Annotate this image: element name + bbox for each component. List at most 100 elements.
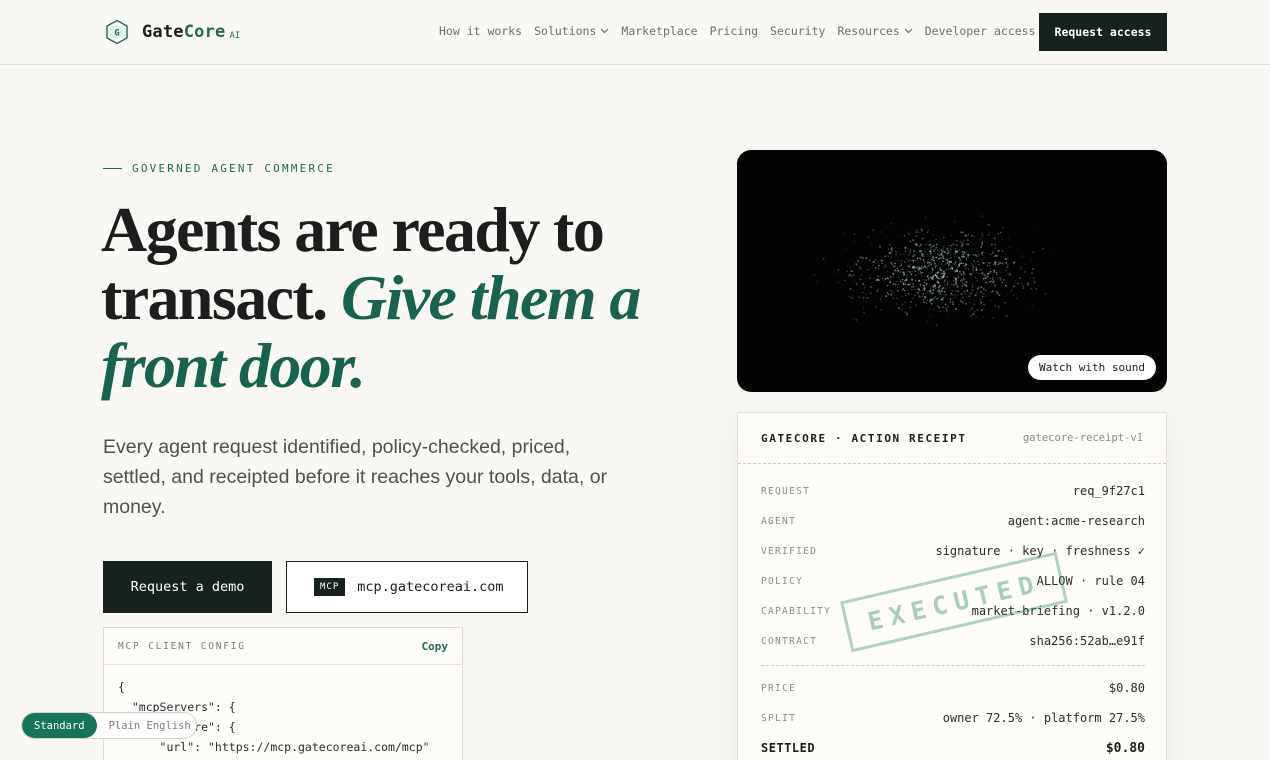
particle-dot	[908, 265, 911, 268]
particle-dot	[909, 251, 911, 253]
particle-dot	[1005, 315, 1008, 318]
particle-dot	[990, 253, 992, 255]
particle-dot	[1007, 264, 1009, 266]
request-demo-button[interactable]: Request a demo	[103, 561, 272, 613]
request-access-button[interactable]: Request access	[1039, 13, 1167, 51]
nav-item-marketplace[interactable]: Marketplace	[621, 24, 697, 38]
particle-dot	[971, 272, 973, 275]
particle-dot	[950, 247, 951, 249]
brand-logo[interactable]: G GateCore AI	[104, 19, 240, 45]
particle-dot	[990, 280, 993, 282]
particle-dot	[1031, 305, 1034, 308]
particle-dot	[927, 264, 930, 267]
particle-dot	[899, 262, 901, 264]
particle-dot	[895, 250, 897, 253]
particle-dot	[933, 298, 936, 300]
particle-dot	[1051, 251, 1053, 253]
particle-dot	[954, 256, 956, 258]
watch-with-sound-button[interactable]: Watch with sound	[1028, 355, 1156, 380]
particle-dot	[998, 261, 1002, 264]
mode-standard-option[interactable]: Standard	[22, 713, 97, 738]
particle-dot	[919, 283, 922, 286]
receipt-label: AGENT	[761, 515, 797, 527]
particle-dot	[951, 300, 954, 303]
particle-dot	[876, 278, 879, 281]
particle-dot	[897, 283, 900, 286]
hero-headline: Agents are ready to transact. Give them …	[101, 196, 661, 400]
particle-dot	[995, 273, 997, 275]
particle-dot	[981, 235, 984, 237]
particle-dot	[938, 306, 940, 309]
particle-dot	[969, 292, 972, 295]
particle-dot	[925, 244, 927, 246]
mcp-endpoint-button[interactable]: MCP mcp.gatecoreai.com	[286, 561, 528, 613]
copy-button[interactable]: Copy	[422, 640, 449, 653]
receipt-label: PRICE	[761, 682, 797, 694]
particle-dot	[924, 254, 926, 256]
particle-dot	[874, 259, 877, 261]
particle-dot	[954, 295, 956, 297]
hero-video[interactable]: Watch with sound	[737, 150, 1167, 392]
particle-dot	[972, 284, 974, 286]
particle-dot	[863, 300, 865, 302]
particle-dot	[1004, 301, 1006, 304]
particle-dot	[969, 308, 971, 311]
particle-dot	[899, 266, 901, 268]
particle-dot	[884, 264, 887, 267]
particle-dot	[989, 280, 991, 283]
particle-dot	[941, 275, 943, 277]
nav-item-security[interactable]: Security	[770, 24, 825, 38]
particle-dot	[958, 257, 961, 260]
particle-dot	[899, 254, 901, 255]
particle-dot	[945, 288, 947, 290]
particle-dot	[917, 291, 919, 294]
particle-dot	[975, 276, 977, 278]
particle-dot	[939, 268, 942, 271]
particle-dot	[940, 290, 943, 293]
particle-dot	[862, 257, 864, 259]
particle-dot	[923, 281, 926, 284]
particle-dot	[904, 311, 907, 314]
action-receipt-card: GATECORE · ACTION RECEIPT gatecore-recei…	[737, 412, 1167, 760]
particle-dot	[904, 301, 906, 303]
particle-dot	[930, 263, 933, 266]
particle-dot	[1002, 278, 1005, 281]
particle-dot	[950, 250, 951, 252]
particle-dot	[843, 232, 846, 235]
particle-dot	[836, 271, 839, 273]
particle-dot	[892, 292, 894, 294]
particle-dot	[942, 270, 945, 273]
receipt-label: CONTRACT	[761, 635, 818, 647]
particle-dot	[886, 255, 888, 257]
particle-dot	[958, 249, 961, 252]
chevron-down-icon	[600, 28, 609, 34]
particle-dot	[892, 297, 894, 299]
particle-dot	[902, 282, 905, 284]
particle-dot	[864, 258, 866, 260]
particle-dot	[994, 284, 997, 287]
particle-dot	[965, 258, 967, 260]
particle-dot	[1024, 263, 1026, 265]
particle-dot	[937, 277, 940, 279]
particle-dot	[912, 261, 914, 264]
particle-dot	[892, 308, 894, 310]
nav-item-resources[interactable]: Resources	[837, 24, 913, 38]
particle-dot	[952, 280, 954, 282]
particle-dot	[915, 266, 917, 269]
particle-dot	[912, 298, 914, 300]
nav-item-developer-access[interactable]: Developer access	[925, 24, 1036, 38]
nav-item-pricing[interactable]: Pricing	[710, 24, 758, 38]
particle-dot	[980, 302, 981, 304]
particle-dot	[897, 259, 899, 262]
particle-dot	[880, 259, 883, 262]
particle-dot	[914, 274, 917, 276]
particle-dot	[931, 260, 933, 262]
particle-dot	[949, 249, 952, 251]
particle-dot	[1021, 282, 1023, 285]
particle-dot	[935, 247, 938, 249]
particle-dot	[994, 263, 997, 266]
nav-item-solutions[interactable]: Solutions	[534, 24, 609, 38]
nav-item-how-it-works[interactable]: How it works	[439, 24, 522, 38]
mode-plain-english-option[interactable]: Plain English	[97, 720, 191, 732]
particle-dot	[954, 260, 957, 262]
